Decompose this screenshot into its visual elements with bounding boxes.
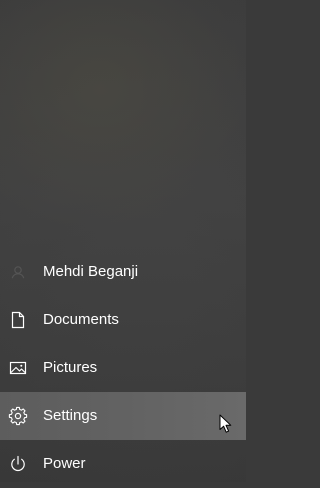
settings-item[interactable]: Settings [0, 392, 246, 440]
power-item[interactable]: Power [0, 440, 246, 488]
document-icon [8, 310, 28, 330]
pictures-item[interactable]: Pictures [0, 344, 246, 392]
start-menu-list: Mehdi Beganji Documents Pictures Setting… [0, 248, 246, 488]
power-icon [8, 454, 28, 474]
gear-icon [8, 406, 28, 426]
documents-item[interactable]: Documents [0, 296, 246, 344]
user-account-item[interactable]: Mehdi Beganji [0, 248, 246, 296]
user-account-label: Mehdi Beganji [43, 263, 139, 280]
start-menu-left-rail: Mehdi Beganji Documents Pictures Setting… [0, 0, 246, 482]
pictures-icon [8, 358, 28, 378]
pictures-label: Pictures [43, 359, 98, 376]
user-avatar-icon [8, 262, 28, 282]
settings-label: Settings [43, 407, 98, 424]
power-label: Power [43, 455, 86, 472]
documents-label: Documents [43, 311, 119, 328]
